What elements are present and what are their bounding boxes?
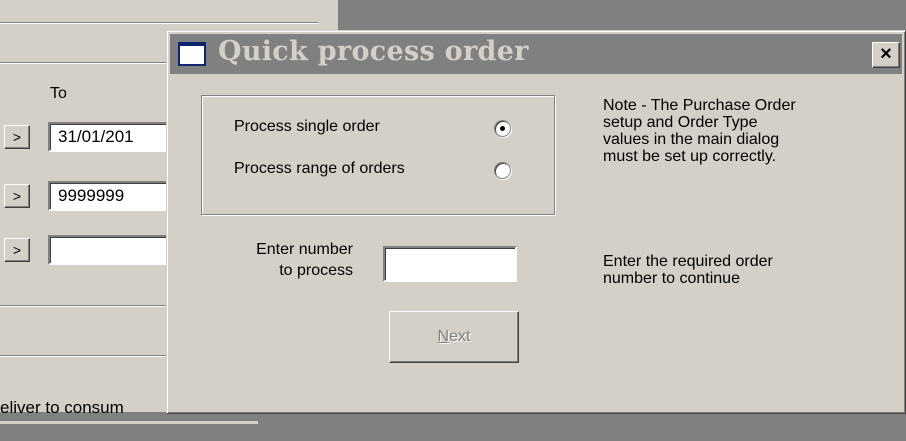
label-line: to process xyxy=(279,262,353,279)
note-line: Note - The Purchase Order xyxy=(603,97,796,114)
delivery-combo[interactable]: eliver to consum xyxy=(0,398,124,418)
option-range-label: Process range of orders xyxy=(234,160,405,177)
hint-line: number to continue xyxy=(603,270,740,287)
divider xyxy=(0,22,318,24)
next-button[interactable]: Next xyxy=(389,311,519,363)
date-lookup-button[interactable]: > xyxy=(4,125,30,149)
label-line: Enter number xyxy=(256,241,353,258)
empty-field[interactable] xyxy=(48,235,168,265)
quick-process-order-dialog: Quick process order × Process single ord… xyxy=(166,30,906,414)
next-mnemonic: N xyxy=(437,328,450,345)
combo-edge xyxy=(0,420,258,424)
empty-lookup-button[interactable]: > xyxy=(4,238,30,262)
radio-selected-dot xyxy=(500,126,505,131)
order-number-input[interactable] xyxy=(383,246,517,282)
order-mode-group: Process single order Process range of or… xyxy=(201,95,555,215)
to-date-field[interactable]: 31/01/201 xyxy=(48,122,168,152)
order-number-label: Enter number to process xyxy=(219,239,353,281)
option-single-label: Process single order xyxy=(234,118,380,135)
dialog-title: Quick process order xyxy=(218,36,529,67)
note-line: values in the main dialog xyxy=(603,131,780,148)
number-lookup-button[interactable]: > xyxy=(4,184,30,208)
continue-hint: Enter the required order number to conti… xyxy=(603,253,773,287)
note-line: must be set up correctly. xyxy=(603,148,777,165)
option-range-radio[interactable] xyxy=(494,162,511,179)
title-bar[interactable]: Quick process order × xyxy=(170,34,902,74)
workspace-top xyxy=(338,0,906,10)
close-button[interactable]: × xyxy=(872,42,900,68)
hint-line: Enter the required order xyxy=(603,253,773,270)
setup-note: Note - The Purchase Order setup and Orde… xyxy=(603,97,796,165)
window-icon xyxy=(178,42,206,66)
to-label: To xyxy=(50,85,67,102)
next-label: ext xyxy=(449,328,471,345)
workspace-bottom xyxy=(338,412,906,441)
option-single-radio[interactable] xyxy=(494,120,511,137)
to-number-field[interactable]: 9999999 xyxy=(48,181,168,211)
note-line: setup and Order Type xyxy=(603,114,758,131)
